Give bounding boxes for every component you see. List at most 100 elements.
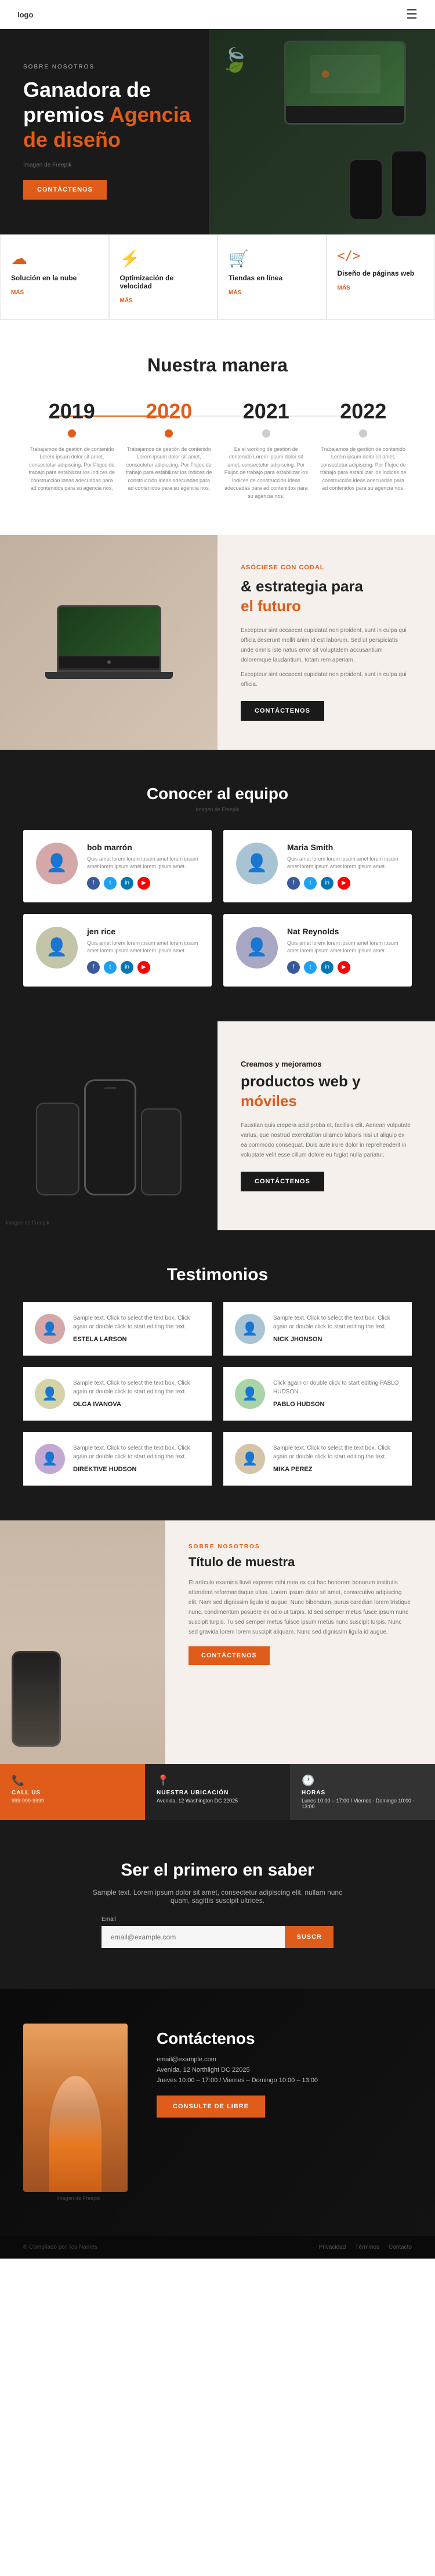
contact-cta-button[interactable]: CONSULTE DE LIBRE <box>157 2096 265 2118</box>
timeline-title: Nuestra manera <box>23 355 412 376</box>
service-title-shop: Tiendas en línea <box>229 274 316 282</box>
test-avatar-1: 👤 <box>35 1314 65 1344</box>
contact-title: Contáctenos <box>157 2029 412 2048</box>
contact-email: email@example.com <box>157 2056 412 2063</box>
call-icon: 📞 <box>12 1775 133 1787</box>
testimonial-card-6: 👤 Sample text. Click to select the text … <box>223 1432 412 1486</box>
service-title-web: Diseño de páginas web <box>338 269 425 277</box>
team-avatar-1: 👤 <box>36 843 78 884</box>
footer-link-3[interactable]: Contacto <box>389 2244 412 2250</box>
test-avatar-2: 👤 <box>235 1314 265 1344</box>
in-icon-3[interactable]: in <box>121 961 133 974</box>
tw-icon-2[interactable]: t <box>304 877 317 890</box>
hours-title: HORAS <box>302 1790 423 1796</box>
team-img-credit: Imagen de Freepik <box>23 807 412 812</box>
associate-text: Excepteur sint occaecat cupidatat non pr… <box>241 626 412 665</box>
testimonials-grid: 👤 Sample text. Click to select the text … <box>23 1302 412 1486</box>
in-icon[interactable]: in <box>121 877 133 890</box>
service-title-speed: Optimización de velocidad <box>120 274 207 290</box>
team-avatar-2: 👤 <box>236 843 278 884</box>
products-title-plain: productos web y <box>241 1072 361 1090</box>
team-card-3: 👤 jen rice Quis amet lorem lorem ipsum a… <box>23 914 212 987</box>
yt-icon-4[interactable]: ▶ <box>338 961 350 974</box>
newsletter-section: Ser el primero en saber Sample text. Lor… <box>0 1820 435 1989</box>
tw-icon[interactable]: t <box>104 877 117 890</box>
test-text-4: Click again or double click to start edi… <box>273 1379 400 1396</box>
hero-cta-button[interactable]: CONTÁCTENOS <box>23 180 107 200</box>
menu-icon[interactable]: ☰ <box>406 7 418 22</box>
contact-person-image <box>23 2024 128 2192</box>
timeline-item-2022: 2022 Trabajamos de gestión de contenido … <box>315 399 412 493</box>
products-cta-button[interactable]: CONTÁCTENOS <box>241 1172 324 1191</box>
contact-inner: Imagen de Freepik Contáctenos email@exam… <box>23 2024 412 2201</box>
associate-subtitle: Asóciese con Codal <box>241 564 412 571</box>
location-icon: 📍 <box>157 1775 278 1787</box>
test-content-2: Sample text. Click to select the text bo… <box>273 1314 400 1343</box>
service-link-speed[interactable]: MÁS <box>120 298 133 304</box>
test-avatar-4: 👤 <box>235 1379 265 1409</box>
service-link-web[interactable]: MÁS <box>338 285 350 291</box>
yt-icon-2[interactable]: ▶ <box>338 877 350 890</box>
test-name-5: DIREKTIVE HUDSON <box>73 1466 200 1473</box>
associate-cta-button[interactable]: CONTÁCTENOS <box>241 701 324 721</box>
about-image <box>0 1520 165 1764</box>
hero-devices: 🍃 ● <box>209 29 435 234</box>
test-text-2: Sample text. Click to select the text bo… <box>273 1314 400 1331</box>
products-title: productos web y móviles <box>241 1072 412 1111</box>
about-info-bar: 📞 CALL US 999-999-9999 📍 NUESTRA UBICACI… <box>0 1764 435 1820</box>
about-label: Sobre nosotros <box>188 1544 412 1550</box>
about-info-call[interactable]: 📞 CALL US 999-999-9999 <box>0 1764 145 1820</box>
about-info-location[interactable]: 📍 NUESTRA UBICACIÓN Avenida, 12 Washingt… <box>145 1764 290 1820</box>
about-cta-button[interactable]: CONTÁCTENOS <box>188 1646 270 1665</box>
fb-icon-2[interactable]: f <box>287 877 300 890</box>
footer-link-2[interactable]: Términos <box>355 2244 379 2250</box>
test-content-3: Sample text. Click to select the text bo… <box>73 1379 200 1408</box>
test-content-6: Sample text. Click to select the text bo… <box>273 1444 400 1473</box>
fb-icon-3[interactable]: f <box>87 961 100 974</box>
footer-link-1[interactable]: Privacidad <box>319 2244 346 2250</box>
testimonial-card-3: 👤 Sample text. Click to select the text … <box>23 1367 212 1421</box>
about-info-hours[interactable]: 🕐 HORAS Lunes 10:00 – 17:00 / Viernes - … <box>290 1764 435 1820</box>
yt-icon-3[interactable]: ▶ <box>137 961 150 974</box>
team-section: Conocer al equipo Imagen de Freepik 👤 bo… <box>0 750 435 1021</box>
newsletter-title: Ser el primero en saber <box>23 1860 412 1880</box>
team-social-2: f t in ▶ <box>287 877 399 890</box>
in-icon-2[interactable]: in <box>321 877 334 890</box>
associate-title-highlight: el futuro <box>241 597 301 615</box>
contact-hours: Jueves 10:00 – 17:00 / Viernes – Domingo… <box>157 2077 412 2084</box>
team-name-1: bob marrón <box>87 843 199 852</box>
fb-icon[interactable]: f <box>87 877 100 890</box>
test-name-6: MIKA PEREZ <box>273 1466 400 1473</box>
speed-icon: ⚡ <box>120 249 207 268</box>
newsletter-email-input[interactable] <box>102 1926 285 1948</box>
team-info-1: bob marrón Quis amet lorem lorem ipsum a… <box>87 843 199 890</box>
timeline-desc-2022: Trabajamos de gestión de contenido Lorem… <box>320 446 408 493</box>
timeline-desc-2021: Es el working de gestión de contenido Lo… <box>222 446 310 501</box>
year-2022: 2022 <box>320 399 408 424</box>
tw-icon-4[interactable]: t <box>304 961 317 974</box>
yt-icon[interactable]: ▶ <box>137 877 150 890</box>
team-name-4: Nat Reynolds <box>287 927 399 936</box>
associate-image <box>0 535 217 750</box>
team-social-4: f t in ▶ <box>287 961 399 974</box>
service-title-cloud: Solución en la nube <box>11 274 98 282</box>
in-icon-4[interactable]: in <box>321 961 334 974</box>
newsletter-subscribe-button[interactable]: SUSCR <box>285 1926 334 1948</box>
code-icon: </> <box>338 249 425 263</box>
tw-icon-3[interactable]: t <box>104 961 117 974</box>
shop-icon: 🛒 <box>229 249 316 268</box>
team-desc-4: Quis amet lorem lorem ipsum amet lorem i… <box>287 940 399 955</box>
timeline-section: Nuestra manera 2019 Trabajamos de gestió… <box>0 320 435 536</box>
testimonials-title: Testimonios <box>23 1265 412 1285</box>
test-text-3: Sample text. Click to select the text bo… <box>73 1379 200 1396</box>
call-desc: 999-999-9999 <box>12 1798 133 1804</box>
service-card-cloud: ☁ Solución en la nube MÁS <box>0 234 109 320</box>
service-link-cloud[interactable]: MÁS <box>11 290 24 296</box>
cloud-icon: ☁ <box>11 249 98 268</box>
contact-details: email@example.com Avenida, 12 Northlight… <box>157 2056 412 2084</box>
service-link-shop[interactable]: MÁS <box>229 290 241 296</box>
team-label: Conocer al equipo <box>23 785 412 803</box>
location-title: NUESTRA UBICACIÓN <box>157 1790 278 1796</box>
team-name-3: jen rice <box>87 927 199 936</box>
fb-icon-4[interactable]: f <box>287 961 300 974</box>
